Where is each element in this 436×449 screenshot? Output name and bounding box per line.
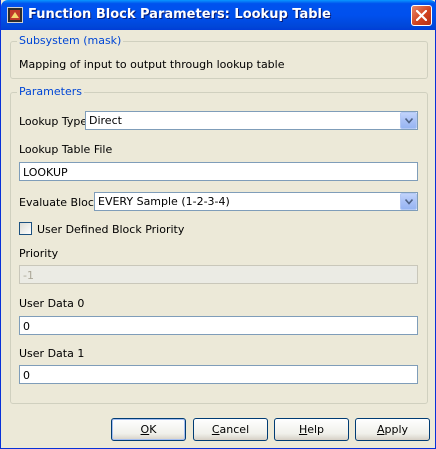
chevron-down-icon	[405, 118, 413, 124]
close-icon	[416, 10, 427, 21]
user-data0-input[interactable]: 0	[19, 316, 418, 335]
evaluate-block-value: EVERY Sample (1-2-3-4)	[98, 195, 230, 208]
apply-mnemonic: A	[376, 423, 385, 436]
user-priority-label[interactable]: User Defined Block Priority	[37, 223, 184, 236]
priority-label: Priority	[19, 247, 59, 260]
help-label: elp	[307, 423, 325, 436]
user-priority-checkbox[interactable]	[19, 222, 32, 235]
cancel-button[interactable]: Cancel	[193, 418, 268, 441]
subsystem-description: Mapping of input to output through looku…	[19, 58, 285, 71]
apply-label: pply	[384, 423, 409, 436]
chevron-down-icon	[405, 199, 413, 205]
cancel-label: ancel	[219, 423, 250, 436]
dialog-window: Function Block Parameters: Lookup Table …	[0, 0, 436, 449]
ok-mnemonic: O	[140, 423, 150, 436]
window-title: Function Block Parameters: Lookup Table	[28, 7, 331, 22]
ok-button[interactable]: OK	[111, 418, 186, 441]
lookup-file-label: Lookup Table File	[19, 143, 113, 156]
app-icon[interactable]	[7, 7, 23, 23]
priority-input: -1	[19, 265, 418, 284]
lookup-type-dropdown-button[interactable]	[400, 112, 417, 129]
lookup-type-value: Direct	[89, 114, 122, 127]
cancel-mnemonic: C	[211, 423, 220, 436]
user-data1-input[interactable]: 0	[19, 365, 418, 384]
lookup-type-select[interactable]: Direct	[85, 111, 418, 130]
help-button[interactable]: Help	[274, 418, 349, 441]
evaluate-block-dropdown-button[interactable]	[400, 193, 417, 210]
evaluate-block-select[interactable]: EVERY Sample (1-2-3-4)	[94, 192, 418, 211]
parameters-legend: Parameters	[17, 85, 84, 98]
evaluate-block-label: Evaluate Block	[19, 196, 101, 209]
ok-label: K	[149, 423, 157, 436]
lookup-file-input[interactable]: LOOKUP	[19, 162, 418, 181]
user-data1-label: User Data 1	[19, 347, 85, 360]
subsystem-legend: Subsystem (mask)	[17, 34, 124, 47]
apply-button[interactable]: Apply	[355, 418, 430, 441]
lookup-type-label: Lookup Type	[19, 115, 88, 128]
title-bar[interactable]: Function Block Parameters: Lookup Table	[1, 0, 436, 30]
user-data0-label: User Data 0	[19, 297, 85, 310]
close-button[interactable]	[411, 5, 432, 26]
subsystem-group: Subsystem (mask) Mapping of input to out…	[10, 34, 428, 79]
help-mnemonic: H	[298, 423, 308, 436]
